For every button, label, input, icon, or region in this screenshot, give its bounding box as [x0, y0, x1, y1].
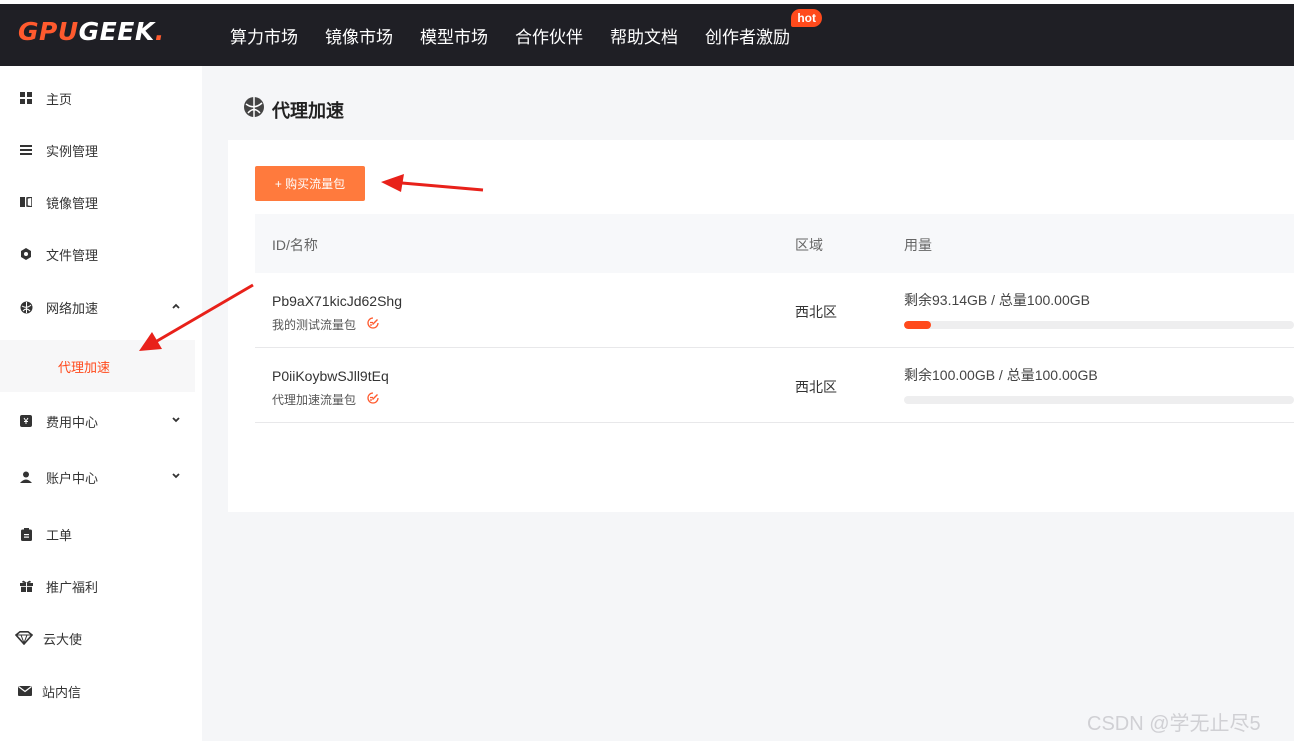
- sidebar-item-billing[interactable]: 费用中心: [0, 401, 195, 441]
- list-icon: [19, 143, 33, 157]
- logo[interactable]: GPUGEEK.: [18, 17, 165, 46]
- network-icon: [19, 300, 33, 314]
- usage-progress-bar: [904, 396, 1294, 404]
- table-row: Pb9aX71kicJd62Shg 我的测试流量包 西北区 剩余93.14GB …: [255, 273, 1294, 348]
- package-name: 我的测试流量包: [272, 316, 380, 333]
- sidebar-item-label: 镜像管理: [46, 195, 99, 211]
- chevron-down-icon: [171, 469, 181, 484]
- sidebar-item-label: 云大使: [43, 631, 83, 647]
- package-name-text: 我的测试流量包: [272, 318, 357, 332]
- usage-progress-bar: [904, 321, 1294, 329]
- package-name: 代理加速流量包: [272, 391, 380, 408]
- grid-icon: [19, 91, 33, 105]
- top-navbar: GPUGEEK. 算力市场 镜像市场 模型市场 合作伙伴 帮助文档 创作者激励 h…: [0, 0, 1294, 66]
- sidebar: 主页 实例管理 镜像管理 文件管理 网络加速 代理加速 费用中心 账户中心 工单…: [0, 66, 202, 741]
- mail-icon: [18, 684, 32, 698]
- hexagon-icon: [19, 247, 33, 261]
- sidebar-item-tickets[interactable]: 工单: [0, 514, 195, 554]
- page-title: 代理加速: [243, 96, 344, 123]
- column-header-usage: 用量: [904, 237, 932, 253]
- usage-progress-fill: [904, 321, 931, 329]
- sidebar-item-account[interactable]: 账户中心: [0, 457, 195, 497]
- package-region: 西北区: [795, 379, 837, 395]
- buy-traffic-package-button[interactable]: + 购买流量包: [255, 166, 365, 201]
- page-title-text: 代理加速: [272, 100, 344, 121]
- table-row: P0iiKoybwSJll9tEq 代理加速流量包 西北区 剩余100.00GB…: [255, 348, 1294, 423]
- package-usage: 剩余93.14GB / 总量100.00GB: [904, 292, 1090, 308]
- nav-partners[interactable]: 合作伙伴: [515, 23, 583, 48]
- nav-help-docs[interactable]: 帮助文档: [610, 23, 678, 48]
- sidebar-item-label: 费用中心: [46, 414, 99, 430]
- sidebar-item-home[interactable]: 主页: [0, 78, 195, 118]
- package-region: 西北区: [795, 304, 837, 320]
- sidebar-item-label: 主页: [46, 91, 73, 107]
- sidebar-item-label: 站内信: [42, 684, 82, 700]
- diamond-icon: [15, 631, 33, 645]
- chevron-down-icon: [171, 413, 181, 428]
- column-header-id-name: ID/名称: [272, 237, 318, 253]
- sidebar-item-label: 账户中心: [46, 470, 99, 486]
- clipboard-icon: [19, 527, 33, 541]
- wallet-icon: [19, 414, 33, 428]
- sidebar-item-images[interactable]: 镜像管理: [0, 182, 195, 222]
- edit-icon[interactable]: [366, 391, 380, 408]
- nav-image-market[interactable]: 镜像市场: [325, 23, 393, 48]
- edit-icon[interactable]: [366, 316, 380, 333]
- column-header-region: 区域: [795, 237, 823, 253]
- nav-model-market[interactable]: 模型市场: [420, 23, 488, 48]
- main-nav: 算力市场 镜像市场 模型市场 合作伙伴 帮助文档 创作者激励 hot: [230, 4, 822, 66]
- sidebar-item-label: 工单: [46, 527, 73, 543]
- table-header: ID/名称 区域 用量: [255, 214, 1294, 273]
- image-icon: [19, 195, 33, 209]
- sidebar-item-instances[interactable]: 实例管理: [0, 130, 195, 170]
- sidebar-item-messages[interactable]: 站内信: [0, 671, 195, 711]
- gift-icon: [19, 579, 33, 593]
- sidebar-item-cloud-ambassador[interactable]: 云大使: [0, 618, 195, 658]
- network-icon: [243, 96, 265, 123]
- nav-creator-incentive[interactable]: 创作者激励 hot: [705, 8, 822, 48]
- package-id: P0iiKoybwSJll9tEq: [272, 368, 389, 384]
- nav-creator-incentive-label: 创作者激励: [705, 27, 790, 47]
- package-name-text: 代理加速流量包: [272, 393, 357, 407]
- sidebar-item-files[interactable]: 文件管理: [0, 234, 195, 274]
- sidebar-item-label: 实例管理: [46, 143, 99, 159]
- sidebar-subitem-proxy-acceleration[interactable]: 代理加速: [0, 340, 195, 392]
- package-usage: 剩余100.00GB / 总量100.00GB: [904, 367, 1098, 383]
- sidebar-item-network-acceleration[interactable]: 网络加速: [0, 287, 195, 327]
- hot-badge: hot: [791, 8, 822, 27]
- sidebar-item-label: 网络加速: [46, 300, 99, 316]
- sidebar-item-promotion[interactable]: 推广福利: [0, 566, 195, 606]
- sidebar-item-label: 推广福利: [46, 579, 99, 595]
- sidebar-item-label: 文件管理: [46, 247, 99, 263]
- user-icon: [19, 470, 33, 484]
- package-id: Pb9aX71kicJd62Shg: [272, 293, 402, 309]
- chevron-up-icon: [171, 299, 181, 314]
- watermark: CSDN @学无止尽5: [1087, 713, 1261, 735]
- nav-compute-market[interactable]: 算力市场: [230, 23, 298, 48]
